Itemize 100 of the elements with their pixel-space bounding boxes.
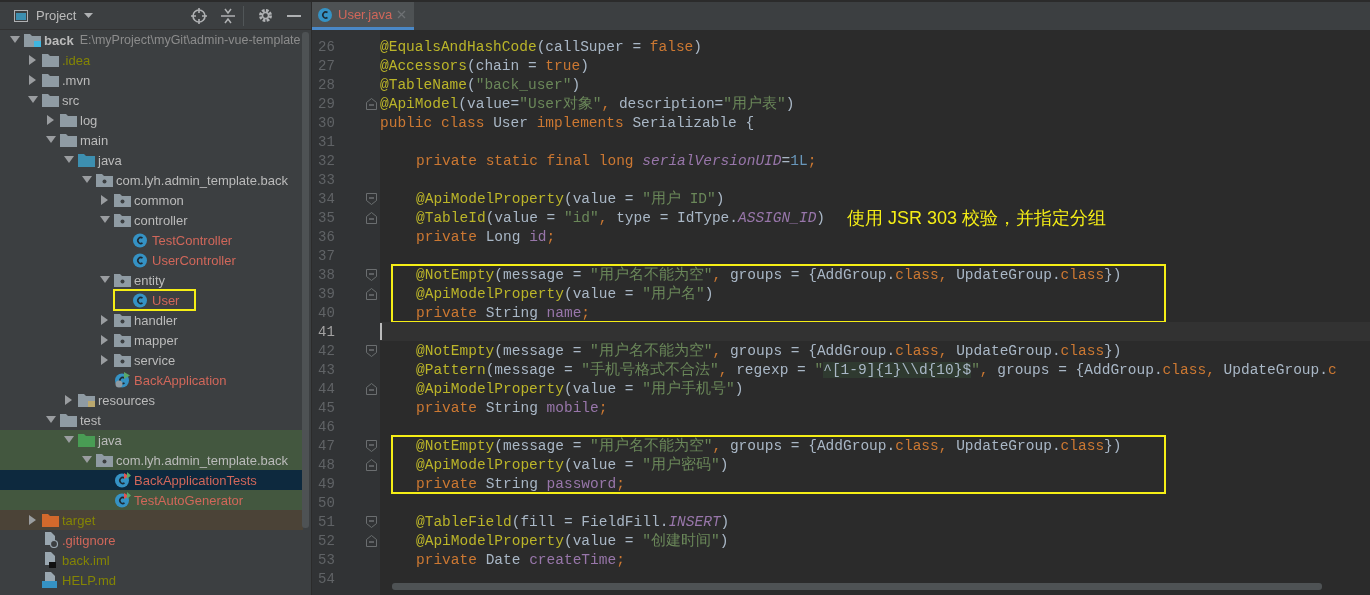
tree-item[interactable]: BackApplicationTests <box>0 470 303 490</box>
code-line: @ApiModelProperty(value = "用户手机号") <box>416 379 744 398</box>
fold-icon[interactable] <box>366 211 377 224</box>
tree-item[interactable]: com.lyh.admin_template.back <box>0 450 303 470</box>
tree-item[interactable]: test <box>0 410 303 430</box>
tree-label: TestAutoGenerator <box>134 492 244 508</box>
code-line: private static final long serialVersionUID=1L; <box>416 152 817 169</box>
expanded-arrow-icon[interactable] <box>46 416 56 424</box>
tree-label: .mvn <box>62 72 91 88</box>
tree-item[interactable]: service <box>0 350 303 370</box>
tree-item[interactable]: UserController <box>0 250 303 270</box>
file-icon <box>42 552 59 568</box>
expanded-arrow-icon[interactable] <box>82 456 92 464</box>
tree-label: common <box>134 192 184 208</box>
tree-item[interactable]: com.lyh.admin_template.back <box>0 170 303 190</box>
collapse-icon[interactable] <box>221 7 235 24</box>
package-icon <box>114 273 131 287</box>
tree-item[interactable]: java <box>0 150 303 170</box>
tree-label: com.lyh.admin_template.back <box>116 172 288 188</box>
folder-icon <box>78 433 95 447</box>
fold-icon[interactable] <box>366 344 377 357</box>
expanded-arrow-icon[interactable] <box>100 216 110 224</box>
class-icon <box>317 6 333 23</box>
fold-icon[interactable] <box>366 97 377 110</box>
expanded-arrow-icon[interactable] <box>64 156 74 164</box>
tree-label: src <box>62 92 80 108</box>
tree-item[interactable]: back E:\myProject\myGit\admin-vue-template <box>0 30 303 50</box>
file-icon <box>42 572 59 588</box>
tree-label: main <box>80 132 109 148</box>
expanded-arrow-icon[interactable] <box>100 276 110 284</box>
tree-item[interactable]: controller <box>0 210 303 230</box>
code-line: @Pattern(message = "手机号格式不合法", regexp = "^[1-9]{1}\\d{10}$", groups = {AddGroup.class, UpdateGroup.c <box>416 360 1337 379</box>
tree-item[interactable]: entity <box>0 270 303 290</box>
tree-label: back <box>44 32 74 48</box>
fold-icon[interactable] <box>366 192 377 205</box>
tree-label: BackApplication <box>134 372 227 388</box>
tree-label: User <box>152 292 180 308</box>
scrollbar-thumb[interactable] <box>302 32 309 528</box>
folder-icon <box>24 33 41 47</box>
tree-label: handler <box>134 312 178 328</box>
code-line: @Accessors(chain = true) <box>380 57 589 74</box>
fold-icon[interactable] <box>366 439 377 452</box>
crosshair-icon[interactable] <box>191 7 207 24</box>
fold-icon[interactable] <box>366 515 377 528</box>
view-dropdown[interactable]: Project <box>36 8 94 23</box>
collapsed-arrow-icon[interactable] <box>47 115 55 125</box>
tree-label: HELP.md <box>62 572 116 588</box>
collapsed-arrow-icon[interactable] <box>65 395 73 405</box>
fold-icon[interactable] <box>366 382 377 395</box>
tree-label: java <box>98 432 122 448</box>
fold-icon[interactable] <box>366 534 377 547</box>
code-line: private String password; <box>416 475 625 492</box>
code-line: private String mobile; <box>416 399 608 416</box>
fold-icon[interactable] <box>366 287 377 300</box>
folder-icon <box>42 73 59 87</box>
code-line: @ApiModelProperty(value = "用户 ID") <box>416 189 725 208</box>
expanded-arrow-icon[interactable] <box>10 36 20 44</box>
settings-icon[interactable] <box>258 8 273 23</box>
expanded-arrow-icon[interactable] <box>82 176 92 184</box>
expanded-arrow-icon[interactable] <box>28 96 38 104</box>
code-line: @TableId(value = "id", type = IdType.ASSIGN_ID) <box>416 209 826 226</box>
tree-item[interactable]: mapper <box>0 330 303 350</box>
package-icon <box>114 193 131 207</box>
tree-item[interactable]: TestController <box>0 230 303 250</box>
class-icon <box>132 232 149 248</box>
scrollbar-thumb[interactable] <box>392 583 1322 590</box>
tree-label: TestController <box>152 232 233 248</box>
tree-item[interactable]: .mvn <box>0 70 303 90</box>
code-line: @TableField(fill = FieldFill.INSERT) <box>416 513 730 530</box>
package-icon <box>114 333 131 347</box>
class-icon <box>114 372 131 388</box>
tree-item[interactable]: java <box>0 430 303 450</box>
tree-label: UserController <box>152 252 236 268</box>
tree-item[interactable]: src <box>0 90 303 110</box>
collapsed-arrow-icon[interactable] <box>29 515 37 525</box>
fold-icon[interactable] <box>366 268 377 281</box>
tree-item[interactable]: BackApplication <box>0 370 303 390</box>
tree-item[interactable]: handler <box>0 310 303 330</box>
class-icon <box>114 492 131 508</box>
tree-label: mapper <box>134 332 179 348</box>
collapsed-arrow-icon[interactable] <box>101 195 109 205</box>
tree-item[interactable]: common <box>0 190 303 210</box>
package-icon <box>114 353 131 367</box>
tree-label: .gitignore <box>62 532 116 548</box>
annotation-note: 使用 JSR 303 校验，并指定分组 <box>847 206 1107 230</box>
fold-icon[interactable] <box>366 458 377 471</box>
code-line: @NotEmpty(message = "用户名不能为空", groups = {AddGroup.class, UpdateGroup.class}) <box>416 436 1122 455</box>
tree-item[interactable]: resources <box>0 390 303 410</box>
tree-item[interactable]: log <box>0 110 303 130</box>
code-line: @ApiModelProperty(value = "用户名") <box>416 284 714 303</box>
tree-label: target <box>62 512 96 528</box>
expanded-arrow-icon[interactable] <box>46 136 56 144</box>
tree-item[interactable]: .gitignore <box>0 530 303 550</box>
code-line: @NotEmpty(message = "用户名不能为空", groups = {AddGroup.class, UpdateGroup.class}) <box>416 265 1122 284</box>
line-number: 41 <box>317 323 336 340</box>
expanded-arrow-icon[interactable] <box>64 436 74 444</box>
tree-label: com.lyh.admin_template.back <box>116 452 288 468</box>
tree-item[interactable]: User <box>0 290 303 310</box>
tree-item[interactable]: main <box>0 130 303 150</box>
tree-label: java <box>98 152 122 168</box>
